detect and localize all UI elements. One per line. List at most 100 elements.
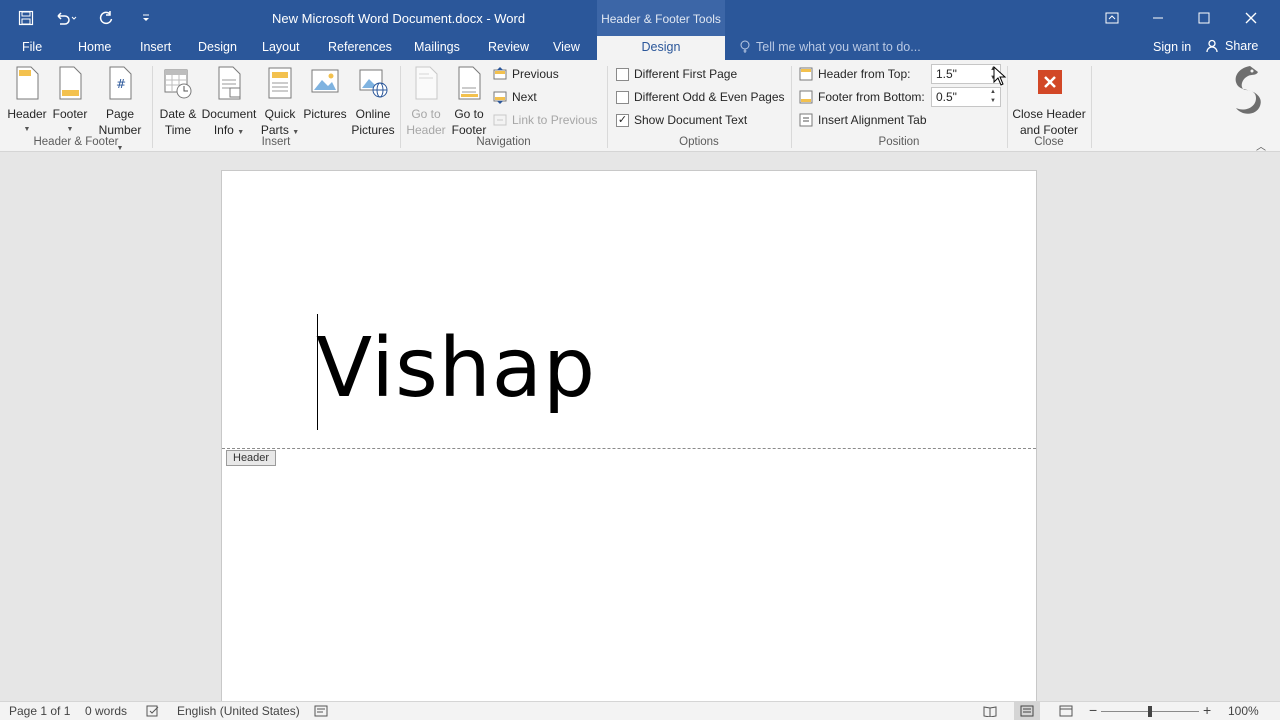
footer-label: Footer — [52, 107, 88, 121]
page-number-label-1: Page — [105, 107, 135, 121]
different-first-page-option[interactable]: Different First Page — [616, 64, 737, 84]
quick-access-toolbar — [8, 0, 164, 36]
zoom-level[interactable]: 100% — [1228, 704, 1259, 718]
person-icon — [1206, 39, 1218, 53]
zoom-slider-thumb[interactable] — [1148, 706, 1152, 717]
header-icon — [16, 66, 39, 100]
zoom-out-icon[interactable]: − — [1089, 702, 1097, 718]
go-to-footer-label-1: Go to — [454, 107, 484, 121]
online-pictures-icon — [359, 69, 388, 98]
close-icon[interactable] — [1228, 0, 1274, 36]
footer-from-bottom-label: Footer from Bottom: — [818, 90, 925, 104]
go-to-header-icon — [415, 66, 438, 100]
minimize-icon[interactable] — [1135, 0, 1181, 36]
spinner-arrows-icon[interactable]: ▲ ▼ — [986, 88, 1000, 106]
footer-from-bottom-row: Footer from Bottom: — [799, 87, 925, 107]
title-bar: New Microsoft Word Document.docx - Word … — [0, 0, 1280, 36]
share-button[interactable]: Share — [1206, 39, 1258, 53]
undo-icon[interactable] — [48, 3, 84, 33]
tab-insert[interactable]: Insert — [140, 40, 171, 54]
insert-alignment-tab-button[interactable]: Insert Alignment Tab — [799, 110, 927, 130]
ribbon: Header ▼ Footer ▼ # Page Number ▼ Header… — [0, 60, 1280, 153]
group-label-close: Close — [1034, 136, 1064, 148]
different-first-page-checkbox[interactable] — [616, 67, 629, 81]
pictures-label: Pictures — [303, 107, 347, 121]
close-header-footer-button[interactable]: Close Header and Footer — [1011, 66, 1087, 138]
redo-icon[interactable] — [88, 3, 124, 33]
pictures-button[interactable]: Pictures — [302, 66, 348, 122]
page-count[interactable]: Page 1 of 1 — [9, 704, 70, 718]
different-odd-even-checkbox[interactable] — [616, 90, 629, 104]
go-to-header-label-1: Go to — [411, 107, 441, 121]
word-count[interactable]: 0 words — [85, 704, 127, 718]
previous-icon — [493, 67, 507, 80]
tab-mailings[interactable]: Mailings — [414, 40, 460, 54]
print-layout-button[interactable] — [1014, 702, 1040, 720]
svg-text:#: # — [116, 77, 126, 91]
tab-design[interactable]: Design — [198, 40, 237, 54]
tab-hf-design[interactable]: Design — [597, 36, 725, 60]
read-mode-icon[interactable] — [983, 705, 997, 717]
header-content[interactable]: Vishap — [316, 321, 596, 416]
sign-in-link[interactable]: Sign in — [1153, 40, 1191, 54]
text-cursor — [317, 314, 318, 430]
group-label-header-footer: Header & Footer — [33, 136, 119, 148]
ribbon-tab-row: File Home Insert Design Layout Reference… — [0, 36, 1280, 60]
header-from-top-label: Header from Top: — [818, 67, 911, 81]
next-button[interactable]: Next — [493, 87, 537, 107]
document-info-button[interactable]: Document Info ▼ — [200, 66, 258, 141]
tell-me-box[interactable]: Tell me what you want to do... — [740, 40, 921, 54]
different-odd-even-option[interactable]: Different Odd & Even Pages — [616, 87, 785, 107]
document-page[interactable]: Vishap Header — [221, 170, 1037, 710]
header-button[interactable]: Header ▼ — [4, 66, 50, 138]
quick-parts-button[interactable]: Quick Parts ▼ — [259, 66, 301, 141]
macro-icon[interactable] — [314, 705, 328, 717]
go-to-header-button[interactable]: Go to Header — [403, 66, 449, 138]
link-icon — [493, 114, 507, 126]
tab-layout[interactable]: Layout — [262, 40, 300, 54]
insert-alignment-tab-label: Insert Alignment Tab — [818, 113, 927, 127]
link-to-previous-button[interactable]: Link to Previous — [493, 110, 597, 130]
status-bar: Page 1 of 1 0 words English (United Stat… — [0, 701, 1280, 720]
alignment-tab-icon — [799, 113, 813, 127]
show-document-text-option[interactable]: ✓ Show Document Text — [616, 110, 747, 130]
proofing-icon[interactable] — [146, 705, 160, 717]
customize-qat-icon[interactable] — [128, 3, 164, 33]
quick-parts-icon — [268, 67, 292, 99]
calendar-clock-icon — [164, 69, 192, 99]
footer-from-bottom-value: 0.5" — [936, 90, 957, 104]
collapse-ribbon-icon[interactable]: ︿ — [1256, 138, 1266, 153]
dragon-logo — [1235, 66, 1261, 114]
previous-label: Previous — [512, 67, 559, 81]
footer-button[interactable]: Footer ▼ — [48, 66, 92, 138]
save-icon[interactable] — [8, 3, 44, 33]
go-to-footer-icon — [458, 66, 481, 100]
online-pictures-button[interactable]: Online Pictures — [349, 66, 397, 138]
go-to-footer-button[interactable]: Go to Footer — [447, 66, 491, 138]
tab-file[interactable]: File — [22, 40, 42, 54]
footer-from-bottom-spinner[interactable]: 0.5" ▲ ▼ — [931, 87, 1001, 107]
web-layout-icon[interactable] — [1059, 705, 1073, 717]
close-x-icon — [1038, 70, 1062, 94]
ribbon-display-options-icon[interactable] — [1089, 0, 1135, 36]
tab-review[interactable]: Review — [488, 40, 529, 54]
previous-button[interactable]: Previous — [493, 64, 559, 84]
header-from-top-value: 1.5" — [936, 67, 957, 81]
header-boundary — [222, 448, 1036, 449]
header-from-top-spinner[interactable]: 1.5" ▲ ▼ — [931, 64, 1001, 84]
document-info-icon — [218, 66, 241, 100]
show-document-text-checkbox[interactable]: ✓ — [616, 113, 629, 127]
header-tag: Header — [226, 450, 277, 466]
maximize-icon[interactable] — [1181, 0, 1227, 36]
language[interactable]: English (United States) — [177, 704, 300, 718]
document-info-label-1: Document — [201, 107, 257, 121]
tab-view[interactable]: View — [553, 40, 580, 54]
different-first-page-label: Different First Page — [634, 67, 738, 81]
tab-home[interactable]: Home — [78, 40, 111, 54]
show-document-text-label: Show Document Text — [634, 113, 748, 127]
document-area[interactable]: Vishap Header — [0, 66, 1280, 710]
date-time-button[interactable]: Date & Time — [156, 66, 200, 138]
tab-references[interactable]: References — [328, 40, 392, 54]
pictures-icon — [311, 69, 339, 93]
zoom-in-icon[interactable]: + — [1203, 702, 1211, 718]
